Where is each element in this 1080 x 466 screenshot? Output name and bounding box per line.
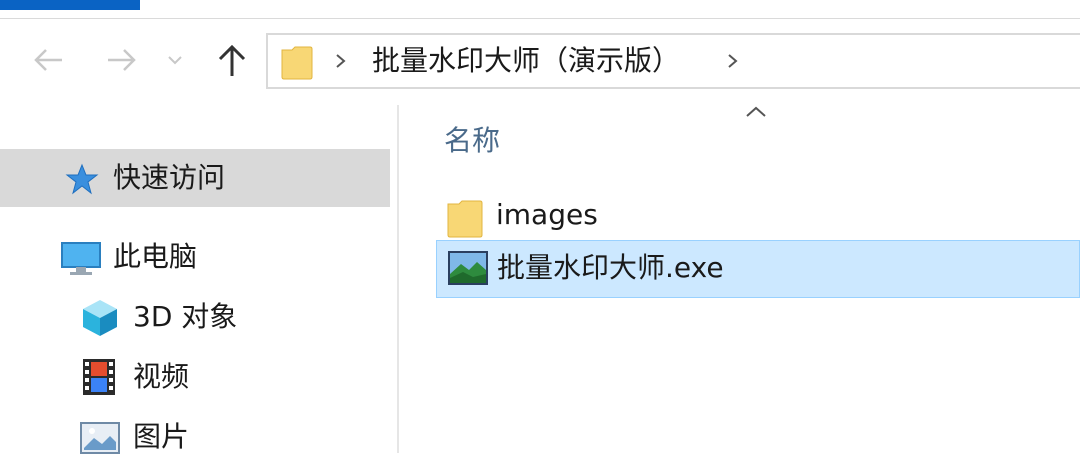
star-pin-icon	[65, 163, 99, 195]
application-icon	[448, 251, 488, 285]
recent-locations-button[interactable]	[164, 40, 186, 80]
list-item[interactable]: images	[436, 188, 1080, 246]
column-header-name[interactable]: 名称	[444, 122, 500, 160]
computer-icon	[61, 242, 101, 275]
file-name: 批量水印大师.exe	[497, 251, 724, 284]
pictures-icon	[80, 422, 120, 454]
sidebar-item-pictures[interactable]: 图片	[0, 408, 390, 466]
sidebar-item-this-pc[interactable]: 此电脑	[0, 228, 390, 286]
sort-ascending-icon	[746, 106, 766, 117]
folder-icon	[281, 46, 313, 80]
3d-object-icon	[83, 300, 117, 336]
breadcrumb-segment[interactable]: 批量水印大师（演示版）	[372, 41, 680, 81]
up-button[interactable]	[214, 40, 250, 80]
sidebar-item-3d-objects[interactable]: 3D 对象	[0, 288, 390, 346]
back-arrow-icon	[34, 49, 62, 71]
chevron-down-icon	[168, 56, 182, 65]
forward-arrow-icon	[108, 49, 136, 71]
ribbon-strip	[0, 0, 1080, 19]
chevron-right-icon	[728, 54, 738, 68]
file-name: images	[496, 198, 598, 231]
forward-button[interactable]	[104, 40, 140, 80]
sidebar-item-label: 视频	[133, 360, 190, 393]
address-bar[interactable]: 批量水印大师（演示版）	[266, 33, 1080, 89]
sidebar-item-label: 3D 对象	[133, 300, 238, 333]
back-button[interactable]	[30, 40, 66, 80]
chevron-right-icon	[336, 54, 346, 68]
folder-icon	[447, 200, 483, 238]
pane-divider[interactable]	[397, 105, 399, 453]
file-tab[interactable]	[0, 0, 140, 10]
list-item[interactable]: 批量水印大师.exe	[436, 240, 1080, 298]
sidebar-item-quick-access[interactable]: 快速访问	[0, 149, 390, 207]
sidebar-item-label: 此电脑	[113, 240, 198, 273]
up-arrow-icon	[218, 44, 246, 76]
sidebar-item-label: 快速访问	[113, 161, 226, 194]
video-icon	[83, 359, 115, 395]
sidebar-item-label: 图片	[133, 420, 190, 453]
sidebar-item-videos[interactable]: 视频	[0, 348, 390, 406]
